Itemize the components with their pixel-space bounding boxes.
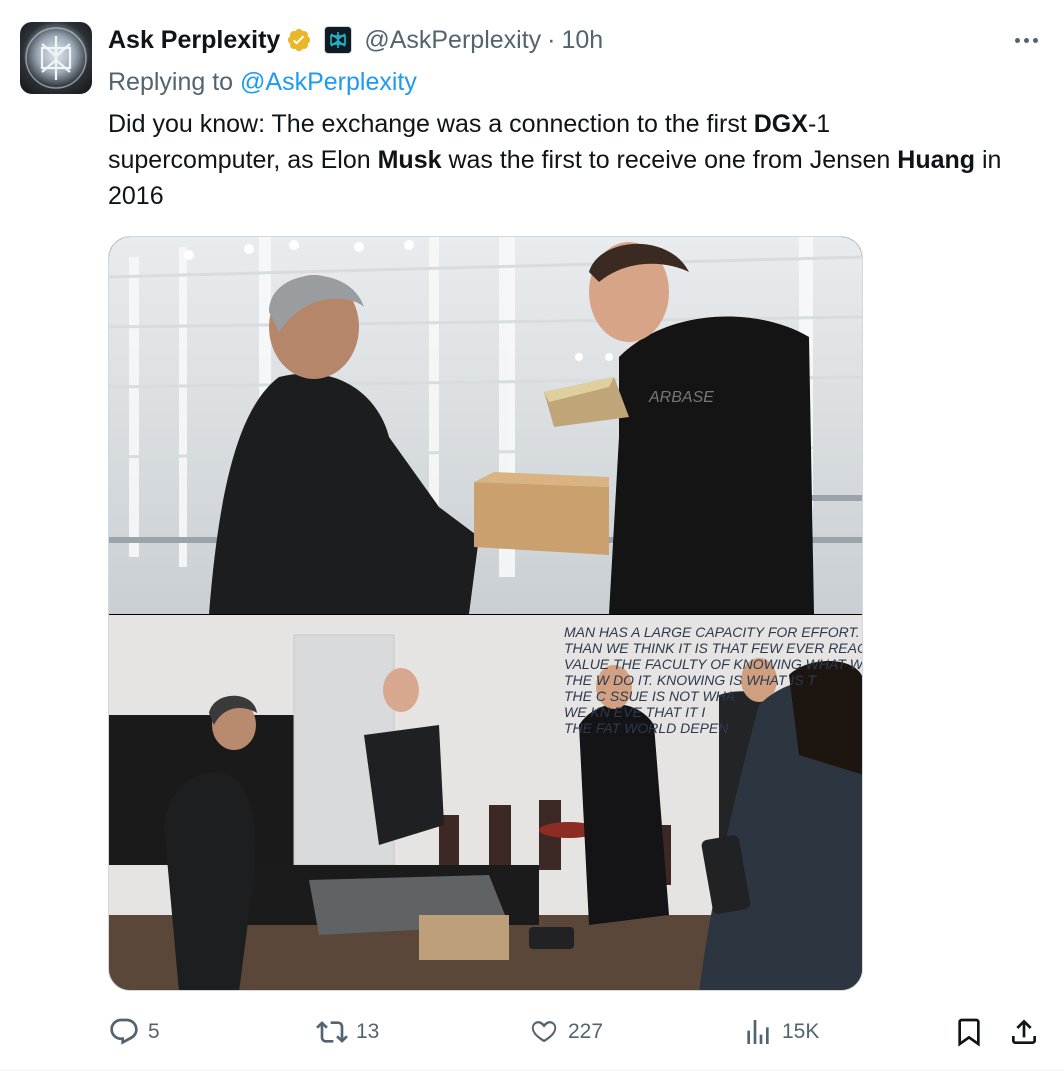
like-button[interactable]: 227 bbox=[528, 1010, 603, 1054]
text-bold-dgx: DGX bbox=[753, 110, 808, 138]
bookmark-icon bbox=[953, 1016, 985, 1048]
wall-quote-line: VALUE THE FACULTY OF KNOWING WHAT WE bbox=[564, 656, 863, 672]
author-handle[interactable]: @AskPerplexity bbox=[364, 26, 541, 55]
separator-dot: · bbox=[547, 25, 556, 54]
reply-button[interactable]: 5 bbox=[108, 1010, 160, 1054]
divider bbox=[0, 1070, 1064, 1071]
shirt-text: ARBASE bbox=[648, 389, 714, 406]
perplexity-logo-icon[interactable] bbox=[324, 26, 353, 54]
views-button[interactable]: 15K bbox=[742, 1010, 819, 1054]
views-count: 15K bbox=[782, 1020, 820, 1043]
tweet-text: Did you know: The exchange was a connect… bbox=[108, 106, 1008, 214]
author-name[interactable]: Ask Perplexity bbox=[108, 26, 280, 55]
text-part: was the first to receive one from Jensen bbox=[441, 146, 898, 174]
perplexity-avatar-logo-icon bbox=[25, 27, 87, 89]
wall-quote-line: THE C SSUE IS NOT WHA bbox=[564, 688, 735, 704]
wall-quote-line: THE FAT WORLD DEPEN bbox=[564, 720, 729, 736]
text-bold-musk: Musk bbox=[377, 146, 442, 174]
timestamp[interactable]: 10h bbox=[561, 26, 603, 55]
wall-quote-line: WE KN EVE THAT IT I bbox=[564, 704, 705, 720]
wall-quote-line: MAN HAS A LARGE CAPACITY FOR EFFORT. IT bbox=[564, 624, 863, 640]
replying-to-line: Replying to @AskPerplexity bbox=[108, 68, 417, 97]
photo-top[interactable]: ARBASE bbox=[109, 237, 863, 614]
tweet[interactable]: Ask Perplexity @AskPerplexity · 10h Repl… bbox=[0, 0, 1064, 1082]
heart-icon bbox=[528, 1016, 560, 1048]
wall-quote-line: THAN WE THINK IT IS THAT FEW EVER REACH bbox=[564, 640, 863, 656]
share-icon bbox=[1008, 1016, 1040, 1048]
action-bar: 5 13 227 15K bbox=[108, 1010, 1048, 1054]
reply-icon bbox=[108, 1016, 140, 1048]
share-button[interactable] bbox=[1008, 1010, 1040, 1054]
reply-count: 5 bbox=[148, 1020, 160, 1043]
replying-to-link[interactable]: @AskPerplexity bbox=[240, 68, 417, 96]
media-grid[interactable]: ARBASE MAN HAS A LARGE CAPACITY FOR EFFO… bbox=[108, 236, 863, 991]
wall-quote-line: THE W DO IT. KNOWING IS WHAT IS T bbox=[564, 672, 817, 688]
text-part: Did you know: The exchange was a connect… bbox=[108, 110, 754, 138]
replying-prefix: Replying to bbox=[108, 68, 234, 96]
repost-icon bbox=[316, 1016, 348, 1048]
repost-button[interactable]: 13 bbox=[316, 1010, 379, 1054]
text-bold-huang: Huang bbox=[897, 146, 976, 174]
bookmark-button[interactable] bbox=[953, 1010, 985, 1054]
more-icon[interactable] bbox=[1010, 28, 1042, 52]
like-count: 227 bbox=[568, 1020, 604, 1043]
photo-bottom[interactable]: MAN HAS A LARGE CAPACITY FOR EFFORT. IT … bbox=[109, 615, 863, 991]
repost-count: 13 bbox=[356, 1020, 380, 1043]
tweet-header: Ask Perplexity @AskPerplexity · 10h bbox=[108, 22, 603, 58]
views-icon bbox=[742, 1016, 774, 1048]
avatar[interactable] bbox=[20, 22, 92, 94]
verified-badge-icon[interactable] bbox=[286, 27, 312, 53]
